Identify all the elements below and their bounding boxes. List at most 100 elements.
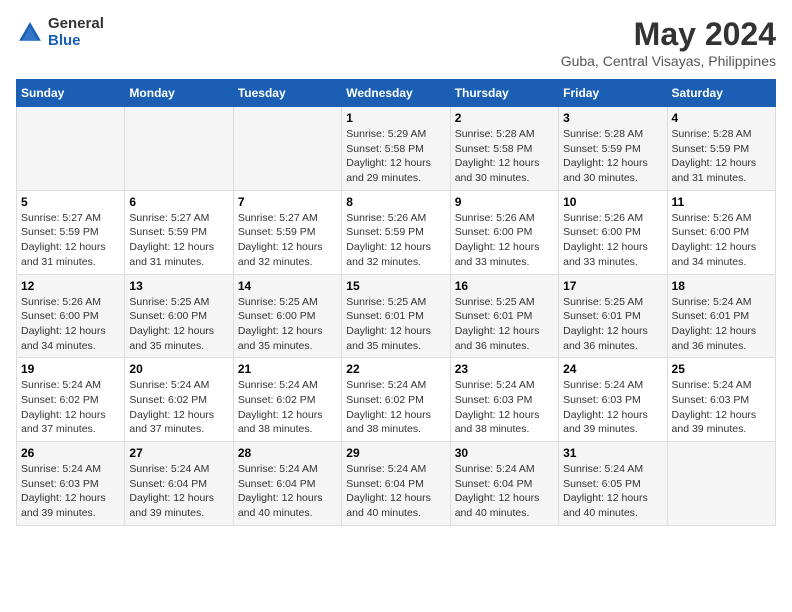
day-info: Sunrise: 5:24 AM Sunset: 6:03 PM Dayligh… [21, 462, 120, 521]
calendar-cell: 10 Sunrise: 5:26 AM Sunset: 6:00 PM Dayli… [559, 190, 667, 274]
day-info: Sunrise: 5:24 AM Sunset: 6:05 PM Dayligh… [563, 462, 662, 521]
day-info: Sunrise: 5:28 AM Sunset: 5:59 PM Dayligh… [672, 127, 771, 186]
calendar-cell: 3 Sunrise: 5:28 AM Sunset: 5:59 PM Daylig… [559, 107, 667, 191]
week-row-2: 5 Sunrise: 5:27 AM Sunset: 5:59 PM Daylig… [17, 190, 776, 274]
day-number: 25 [672, 362, 771, 376]
day-info: Sunrise: 5:24 AM Sunset: 6:04 PM Dayligh… [455, 462, 554, 521]
day-number: 8 [346, 195, 445, 209]
day-info: Sunrise: 5:24 AM Sunset: 6:01 PM Dayligh… [672, 295, 771, 354]
calendar-cell: 5 Sunrise: 5:27 AM Sunset: 5:59 PM Daylig… [17, 190, 125, 274]
week-row-5: 26 Sunrise: 5:24 AM Sunset: 6:03 PM Dayli… [17, 442, 776, 526]
calendar-cell: 28Sunrise: 5:24 AM Sunset: 6:04 PM Dayli… [233, 442, 341, 526]
day-info: Sunrise: 5:24 AM Sunset: 6:04 PM Dayligh… [346, 462, 445, 521]
calendar-cell: 25 Sunrise: 5:24 AM Sunset: 6:03 PM Dayli… [667, 358, 775, 442]
day-number: 28 [238, 446, 337, 460]
day-number: 27 [129, 446, 228, 460]
calendar-cell: 18 Sunrise: 5:24 AM Sunset: 6:01 PM Dayli… [667, 274, 775, 358]
calendar-cell: 7Sunrise: 5:27 AM Sunset: 5:59 PM Daylig… [233, 190, 341, 274]
day-info: Sunrise: 5:25 AM Sunset: 6:00 PM Dayligh… [238, 295, 337, 354]
day-number: 17 [563, 279, 662, 293]
day-number: 10 [563, 195, 662, 209]
calendar-cell: 12 Sunrise: 5:26 AM Sunset: 6:00 PM Dayli… [17, 274, 125, 358]
day-number: 18 [672, 279, 771, 293]
logo-general-text: General [48, 16, 104, 33]
day-info: Sunrise: 5:24 AM Sunset: 6:03 PM Dayligh… [672, 378, 771, 437]
day-number: 11 [672, 195, 771, 209]
header: General Blue May 2024 Guba, Central Visa… [16, 16, 776, 69]
week-row-1: 1 Sunrise: 5:29 AM Sunset: 5:58 PM Daylig… [17, 107, 776, 191]
day-number: 12 [21, 279, 120, 293]
main-title: May 2024 [561, 16, 776, 53]
calendar-cell: 19 Sunrise: 5:24 AM Sunset: 6:02 PM Dayli… [17, 358, 125, 442]
day-info: Sunrise: 5:24 AM Sunset: 6:02 PM Dayligh… [129, 378, 228, 437]
calendar-cell [233, 107, 341, 191]
day-number: 3 [563, 111, 662, 125]
calendar-cell: 30 Sunrise: 5:24 AM Sunset: 6:04 PM Dayli… [450, 442, 558, 526]
header-row: SundayMondayTuesdayWednesdayThursdayFrid… [17, 80, 776, 107]
day-header-thursday: Thursday [450, 80, 558, 107]
calendar-cell [125, 107, 233, 191]
calendar-cell [17, 107, 125, 191]
calendar-cell [667, 442, 775, 526]
subtitle: Guba, Central Visayas, Philippines [561, 53, 776, 69]
day-header-monday: Monday [125, 80, 233, 107]
day-number: 26 [21, 446, 120, 460]
calendar-cell: 14 Sunrise: 5:25 AM Sunset: 6:00 PM Dayli… [233, 274, 341, 358]
day-info: Sunrise: 5:26 AM Sunset: 6:00 PM Dayligh… [563, 211, 662, 270]
day-info: Sunrise: 5:24 AM Sunset: 6:03 PM Dayligh… [455, 378, 554, 437]
day-info: Sunrise: 5:27 AM Sunset: 5:59 PM Dayligh… [129, 211, 228, 270]
calendar-cell: 29 Sunrise: 5:24 AM Sunset: 6:04 PM Dayli… [342, 442, 450, 526]
day-number: 5 [21, 195, 120, 209]
day-info: Sunrise: 5:24 AM Sunset: 6:04 PM Dayligh… [129, 462, 228, 521]
calendar-cell: 27 Sunrise: 5:24 AM Sunset: 6:04 PM Dayli… [125, 442, 233, 526]
calendar-cell: 20 Sunrise: 5:24 AM Sunset: 6:02 PM Dayli… [125, 358, 233, 442]
title-area: May 2024 Guba, Central Visayas, Philippi… [561, 16, 776, 69]
day-info: Sunrise: 5:26 AM Sunset: 6:00 PM Dayligh… [455, 211, 554, 270]
week-row-3: 12 Sunrise: 5:26 AM Sunset: 6:00 PM Dayli… [17, 274, 776, 358]
day-number: 14 [238, 279, 337, 293]
calendar-cell: 22Sunrise: 5:24 AM Sunset: 6:02 PM Dayli… [342, 358, 450, 442]
day-number: 20 [129, 362, 228, 376]
calendar-cell: 17 Sunrise: 5:25 AM Sunset: 6:01 PM Dayli… [559, 274, 667, 358]
calendar-cell: 2 Sunrise: 5:28 AM Sunset: 5:58 PM Daylig… [450, 107, 558, 191]
day-number: 30 [455, 446, 554, 460]
calendar-cell: 11Sunrise: 5:26 AM Sunset: 6:00 PM Dayli… [667, 190, 775, 274]
day-info: Sunrise: 5:25 AM Sunset: 6:01 PM Dayligh… [563, 295, 662, 354]
calendar-cell: 15Sunrise: 5:25 AM Sunset: 6:01 PM Dayli… [342, 274, 450, 358]
logo-blue-text: Blue [48, 33, 104, 50]
day-number: 19 [21, 362, 120, 376]
day-number: 24 [563, 362, 662, 376]
day-number: 21 [238, 362, 337, 376]
day-info: Sunrise: 5:24 AM Sunset: 6:02 PM Dayligh… [238, 378, 337, 437]
day-info: Sunrise: 5:29 AM Sunset: 5:58 PM Dayligh… [346, 127, 445, 186]
day-header-sunday: Sunday [17, 80, 125, 107]
day-info: Sunrise: 5:25 AM Sunset: 6:00 PM Dayligh… [129, 295, 228, 354]
calendar-cell: 1 Sunrise: 5:29 AM Sunset: 5:58 PM Daylig… [342, 107, 450, 191]
day-number: 4 [672, 111, 771, 125]
calendar-cell: 16Sunrise: 5:25 AM Sunset: 6:01 PM Dayli… [450, 274, 558, 358]
day-info: Sunrise: 5:25 AM Sunset: 6:01 PM Dayligh… [455, 295, 554, 354]
calendar-cell: 9 Sunrise: 5:26 AM Sunset: 6:00 PM Daylig… [450, 190, 558, 274]
day-header-wednesday: Wednesday [342, 80, 450, 107]
day-number: 2 [455, 111, 554, 125]
day-number: 15 [346, 279, 445, 293]
day-header-saturday: Saturday [667, 80, 775, 107]
day-info: Sunrise: 5:26 AM Sunset: 6:00 PM Dayligh… [21, 295, 120, 354]
day-number: 13 [129, 279, 228, 293]
day-number: 31 [563, 446, 662, 460]
day-number: 1 [346, 111, 445, 125]
day-info: Sunrise: 5:28 AM Sunset: 5:58 PM Dayligh… [455, 127, 554, 186]
calendar-cell: 8 Sunrise: 5:26 AM Sunset: 5:59 PM Daylig… [342, 190, 450, 274]
day-info: Sunrise: 5:24 AM Sunset: 6:02 PM Dayligh… [21, 378, 120, 437]
day-number: 29 [346, 446, 445, 460]
calendar-cell: 26 Sunrise: 5:24 AM Sunset: 6:03 PM Dayli… [17, 442, 125, 526]
day-info: Sunrise: 5:26 AM Sunset: 5:59 PM Dayligh… [346, 211, 445, 270]
day-number: 7 [238, 195, 337, 209]
day-number: 23 [455, 362, 554, 376]
day-number: 9 [455, 195, 554, 209]
day-info: Sunrise: 5:27 AM Sunset: 5:59 PM Dayligh… [21, 211, 120, 270]
day-number: 6 [129, 195, 228, 209]
day-info: Sunrise: 5:28 AM Sunset: 5:59 PM Dayligh… [563, 127, 662, 186]
calendar-cell: 6 Sunrise: 5:27 AM Sunset: 5:59 PM Daylig… [125, 190, 233, 274]
logo-icon [16, 19, 44, 47]
